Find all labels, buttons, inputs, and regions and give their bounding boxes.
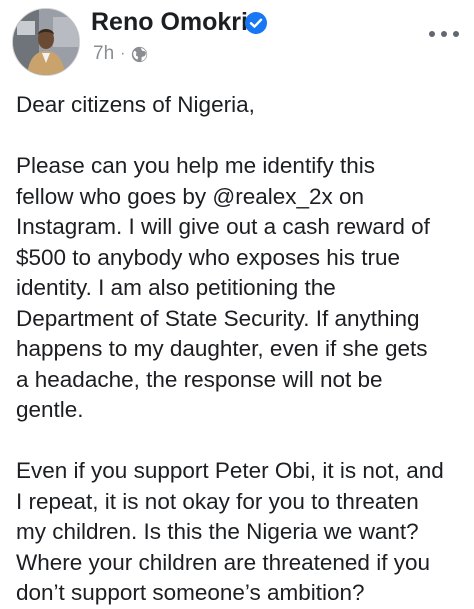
post-line: Dear citizens of Nigeria,: [16, 92, 255, 117]
post-text: Dear citizens of Nigeria, Please can you…: [16, 90, 468, 609]
post-header: Reno Omokri 7h ·: [0, 0, 474, 80]
meta-separator: ·: [120, 45, 126, 62]
post-line: Please can you help me identify this: [16, 153, 375, 178]
author-avatar[interactable]: [12, 8, 80, 76]
post-line: Where your children are threatened if yo…: [16, 549, 430, 575]
post-line: Department of State Security. If anythin…: [16, 305, 420, 331]
post-line: don’t support someone’s ambition?: [16, 580, 365, 605]
post-line: Instagram. I will give out a cash reward…: [16, 214, 430, 239]
post-line: gentle.: [16, 397, 84, 422]
post-line: a headache, the response will not be: [16, 366, 383, 392]
post-line: Even if you support Peter Obi, it is not…: [16, 458, 444, 483]
globe-icon[interactable]: [131, 46, 148, 63]
more-options-icon[interactable]: [424, 22, 464, 46]
post-line: identity. I am also petitioning the: [16, 275, 336, 300]
verified-badge-icon: [245, 12, 267, 34]
author-name[interactable]: Reno Omokri: [91, 7, 248, 37]
post-line: happens to my daughter, even if she gets: [16, 336, 428, 361]
post-meta: 7h ·: [93, 42, 148, 66]
post-timestamp[interactable]: 7h: [93, 43, 114, 65]
post-line: I repeat, it is not okay for you to thre…: [16, 488, 419, 514]
avatar-photo: [13, 9, 79, 75]
post-line: $500 to anybody who exposes his true: [16, 244, 401, 270]
post-line: fellow who goes by @realex_2x on: [16, 183, 365, 209]
post-line: my children. Is this the Nigeria we want…: [16, 519, 419, 544]
